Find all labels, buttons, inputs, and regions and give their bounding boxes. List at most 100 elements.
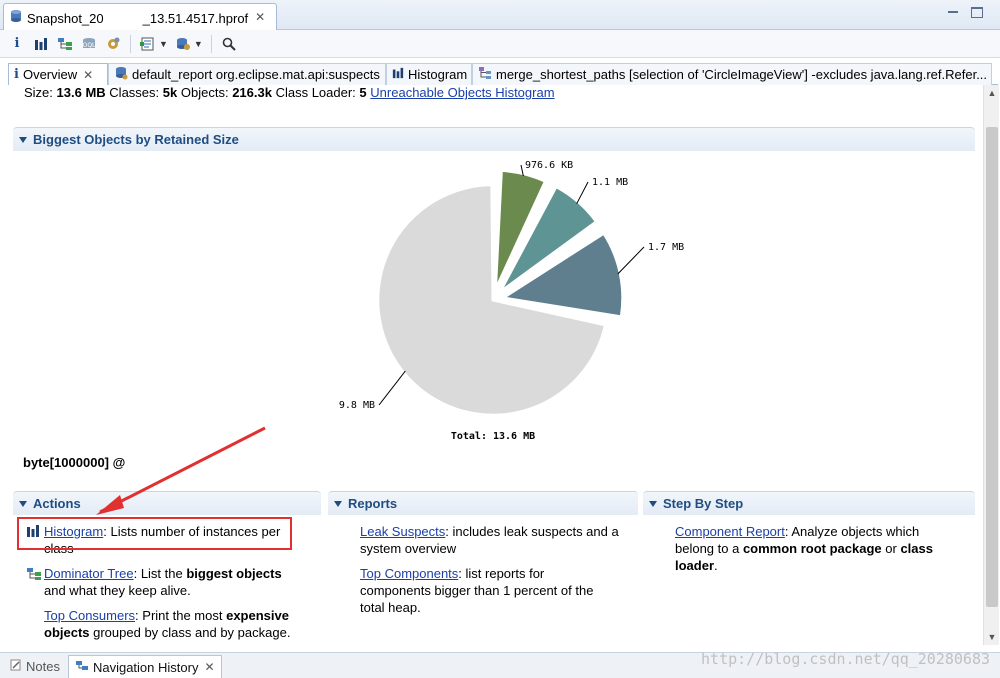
watermark-text: http://blog.csdn.net/qq_20280683 — [701, 650, 990, 668]
scroll-up-icon[interactable]: ▲ — [984, 85, 1000, 101]
dominator-tree-icon — [26, 567, 41, 581]
chevron-down-icon[interactable] — [649, 500, 657, 507]
selected-object-label: byte[1000000] @ — [23, 455, 126, 470]
pie-slice-label: 1.1 MB — [592, 177, 628, 188]
tab-label: Notes — [26, 659, 60, 674]
close-icon[interactable]: ✕ — [255, 10, 265, 24]
notes-icon — [10, 659, 22, 674]
tab-label: Overview — [22, 67, 78, 82]
classes-label: Classes: — [109, 85, 160, 100]
report-text: : includes leak suspects and a — [445, 524, 619, 539]
reports-header[interactable]: Reports — [328, 491, 638, 515]
step-bold-text: class — [900, 541, 933, 556]
chevron-down-icon[interactable]: ▼ — [159, 39, 168, 49]
retained-size-pie-chart: 976.6 KB 1.1 MB 1.7 MB 9.8 MB Total: 13.6 M… — [339, 160, 684, 442]
histogram-icon[interactable] — [32, 35, 50, 53]
scroll-thumb[interactable] — [986, 127, 998, 607]
pie-leader-line — [576, 181, 589, 204]
step-text: or — [881, 541, 901, 556]
close-icon[interactable]: ✕ — [204, 660, 214, 674]
action-bold-text: expensive — [226, 608, 289, 623]
toolbar-separator — [130, 34, 131, 53]
tab-label: merge_shortest_paths [selection of 'Circ… — [496, 67, 988, 82]
histogram-icon — [392, 67, 404, 82]
scroll-down-icon[interactable]: ▼ — [984, 629, 1000, 645]
biggest-objects-header[interactable]: Biggest Objects by Retained Size — [13, 127, 975, 151]
leak-suspects-link[interactable]: Leak Suspects — [360, 524, 445, 539]
search-icon[interactable] — [220, 35, 238, 53]
report-text: : list reports for — [458, 566, 545, 581]
editor-tab-bar: Snapshot_20 _13.51.4517.hprof ✕ — [0, 0, 1000, 30]
report-text: total heap. — [360, 600, 421, 615]
step-text: . — [714, 558, 718, 573]
step-text: : Analyze objects which — [784, 524, 920, 539]
report-top-components: Top Components: list reports for compone… — [360, 565, 630, 616]
action-text: and what they keep alive. — [44, 583, 191, 598]
report-text: components bigger than 1 percent of the — [360, 583, 594, 598]
editor-tab-snapshot[interactable]: Snapshot_20 _13.51.4517.hprof ✕ — [3, 3, 277, 30]
oql-icon[interactable]: OQL — [80, 35, 98, 53]
toolbar: i OQL ▼ ▼ — [0, 30, 1000, 58]
dominator-tree-link[interactable]: Dominator Tree — [44, 566, 134, 581]
step-component-report: Component Report: Analyze objects which … — [675, 523, 965, 574]
actions-header[interactable]: Actions — [13, 491, 321, 515]
tab-notes[interactable]: Notes — [4, 655, 66, 678]
section-title: Reports — [348, 496, 398, 511]
pie-slice-label: 976.6 KB — [525, 160, 573, 171]
pie-total-label: Total: 13.6 MB — [451, 431, 535, 442]
report-text: system overview — [360, 541, 457, 556]
step-by-step-header[interactable]: Step By Step — [643, 491, 975, 515]
action-dominator-tree: Dominator Tree: List the biggest objects… — [44, 565, 314, 599]
svg-text:OQL: OQL — [83, 42, 96, 49]
tab-navigation-history[interactable]: Navigation History ✕ — [67, 655, 222, 678]
step-text: belong to a — [675, 541, 743, 556]
vertical-scrollbar[interactable]: ▲ ▼ — [983, 85, 999, 645]
heap-summary: Size: 13.6 MB Classes: 5k Objects: 216.3… — [24, 85, 555, 100]
report-leak-suspects: Leak Suspects: includes leak suspects an… — [360, 523, 630, 557]
action-top-consumers: Top Consumers: Print the most expensive … — [44, 607, 319, 641]
editor-tab-title: Snapshot_20 _13.51.4517.hprof — [27, 10, 249, 26]
action-text: : Print the most — [135, 608, 227, 623]
toolbar-separator — [210, 34, 212, 53]
heap-dump-icon[interactable] — [174, 35, 192, 53]
tab-default-report[interactable]: default_report org.eclipse.mat.api:suspe… — [108, 63, 386, 85]
window-controls — [946, 6, 984, 18]
unreachable-objects-link[interactable]: Unreachable Objects Histogram — [370, 85, 554, 100]
objects-value: 216.3k — [232, 85, 272, 100]
tab-label: Navigation History — [92, 659, 199, 675]
tab-label: default_report org.eclipse.mat.api:suspe… — [132, 67, 380, 82]
chevron-down-icon[interactable] — [19, 500, 27, 507]
pie-slice-label: 9.8 MB — [339, 400, 375, 411]
action-bold-text: biggest objects — [186, 566, 282, 581]
chevron-down-icon[interactable] — [334, 500, 342, 507]
section-title: Biggest Objects by Retained Size — [33, 132, 239, 147]
action-bold-text: objects — [44, 625, 90, 640]
classes-value: 5k — [162, 85, 178, 100]
tab-histogram[interactable]: Histogram — [386, 63, 472, 85]
minimize-icon[interactable] — [946, 6, 960, 18]
section-title: Actions — [33, 496, 81, 511]
query-browser-icon[interactable] — [139, 35, 157, 53]
tab-label: Histogram — [408, 67, 468, 82]
info-icon: i — [14, 67, 19, 82]
size-label: Size: — [24, 85, 53, 100]
size-value: 13.6 MB — [56, 85, 106, 100]
top-components-link[interactable]: Top Components — [360, 566, 458, 581]
close-icon[interactable]: ✕ — [83, 68, 93, 82]
chevron-down-icon[interactable] — [19, 136, 27, 143]
tab-merge-shortest-paths[interactable]: merge_shortest_paths [selection of 'Circ… — [472, 63, 992, 85]
dominator-tree-icon[interactable] — [56, 35, 74, 53]
report-icon — [114, 66, 128, 83]
view-tab-bar: i Overview ✕ default_report org.eclipse.… — [8, 63, 998, 85]
maximize-icon[interactable] — [970, 6, 984, 18]
pie-leader-line — [378, 370, 406, 406]
info-icon[interactable]: i — [8, 35, 26, 53]
chevron-down-icon[interactable]: ▼ — [194, 39, 203, 49]
top-consumers-link[interactable]: Top Consumers — [44, 608, 135, 623]
component-report-link[interactable]: Component Report — [675, 524, 785, 539]
tree-icon — [478, 66, 492, 83]
gear-icon[interactable] — [104, 35, 122, 53]
class-loader-value: 5 — [359, 85, 367, 100]
action-text: grouped by class and by package. — [89, 625, 291, 640]
tab-overview[interactable]: i Overview ✕ — [8, 63, 108, 85]
